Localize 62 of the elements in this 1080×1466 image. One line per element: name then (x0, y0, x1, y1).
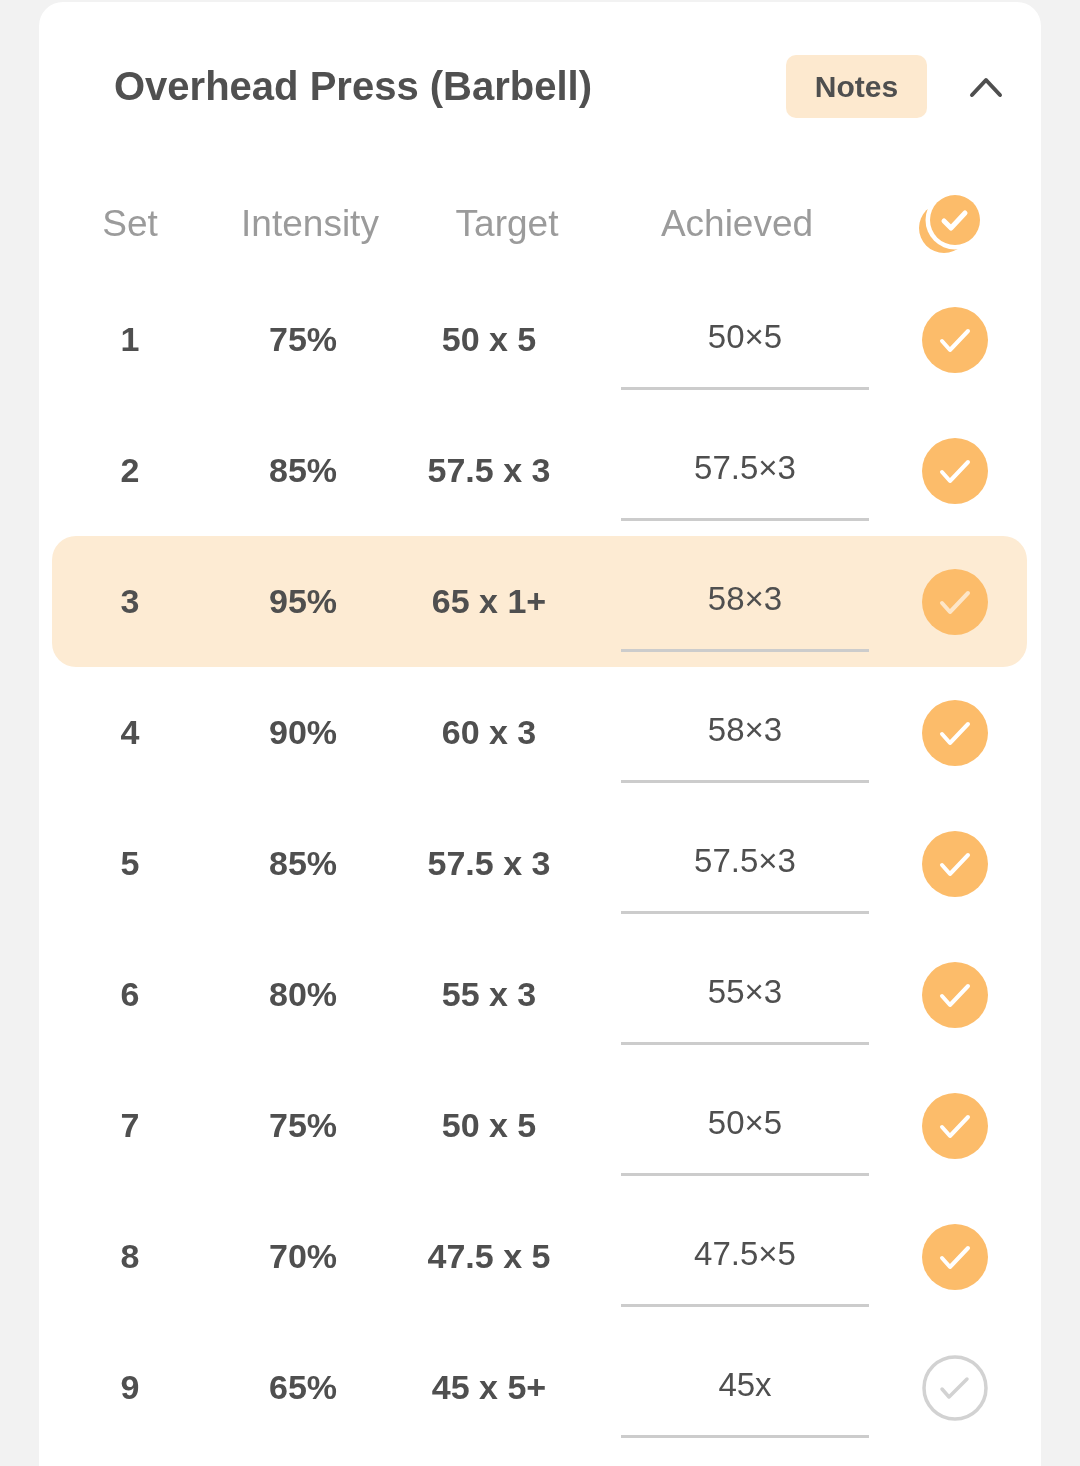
intensity-value: 85% (268, 844, 338, 883)
set-done-checkbox[interactable] (922, 1092, 988, 1159)
set-done-checkbox[interactable] (922, 306, 988, 373)
set-row[interactable]: 1 75% 50 x 5 50×5 (52, 274, 1027, 405)
set-row[interactable]: 9 65% 45 x 5+ 45x (52, 1322, 1027, 1453)
set-number: 7 (120, 1106, 140, 1145)
column-header: Intensity (241, 203, 379, 245)
achieved-field[interactable]: 55×3 (621, 944, 869, 1045)
intensity-value: 85% (268, 451, 338, 490)
intensity-value: 75% (268, 1106, 338, 1145)
set-row[interactable]: 3 95% 65 x 1+ 58×3 (52, 536, 1027, 667)
set-row[interactable]: 8 70% 47.5 x 5 47.5×5 (52, 1191, 1027, 1322)
achieved-field[interactable]: 50×5 (621, 289, 869, 390)
target-value: 50 x 5 (441, 320, 537, 359)
exercise-title: Overhead Press (Barbell) (114, 64, 593, 109)
target-value: 50 x 5 (441, 1106, 537, 1145)
achieved-field[interactable]: 47.5×5 (621, 1206, 869, 1307)
set-row[interactable]: 2 85% 57.5 x 3 57.5×3 (52, 405, 1027, 536)
set-done-checkbox[interactable] (922, 568, 988, 635)
column-header: Set (102, 203, 158, 245)
check-all-icon[interactable] (918, 193, 982, 255)
target-value: 65 x 1+ (431, 582, 547, 621)
set-number: 1 (120, 320, 140, 359)
achieved-field[interactable]: 58×3 (621, 551, 869, 652)
target-value: 57.5 x 3 (427, 451, 551, 490)
target-value: 55 x 3 (441, 975, 537, 1014)
column-header: Target (455, 203, 559, 245)
achieved-field[interactable]: 57.5×3 (621, 813, 869, 914)
set-done-checkbox[interactable] (922, 830, 988, 897)
notes-button[interactable]: Notes (786, 55, 927, 118)
set-done-checkbox[interactable] (922, 699, 988, 766)
intensity-value: 70% (268, 1237, 338, 1276)
column-header: Achieved (660, 203, 814, 245)
achieved-field[interactable]: 45x (621, 1337, 869, 1438)
target-value: 60 x 3 (441, 713, 537, 752)
set-done-checkbox[interactable] (922, 1354, 988, 1421)
intensity-value: 95% (268, 582, 338, 621)
intensity-value: 65% (268, 1368, 338, 1407)
achieved-field[interactable]: 58×3 (621, 682, 869, 783)
intensity-value: 75% (268, 320, 338, 359)
set-number: 5 (120, 844, 140, 883)
set-row[interactable]: 4 90% 60 x 3 58×3 (52, 667, 1027, 798)
achieved-field[interactable]: 57.5×3 (621, 420, 869, 521)
set-number: 6 (120, 975, 140, 1014)
set-row[interactable]: 5 85% 57.5 x 3 57.5×3 (52, 798, 1027, 929)
set-done-checkbox[interactable] (922, 961, 988, 1028)
set-number: 3 (120, 582, 140, 621)
target-value: 45 x 5+ (431, 1368, 547, 1407)
set-number: 8 (120, 1237, 140, 1276)
intensity-value: 80% (268, 975, 338, 1014)
intensity-value: 90% (268, 713, 338, 752)
set-number: 4 (120, 713, 140, 752)
collapse-chevron-icon[interactable] (969, 75, 1003, 98)
set-row[interactable]: 6 80% 55 x 3 55×3 (52, 929, 1027, 1060)
set-number: 2 (120, 451, 140, 490)
achieved-field[interactable]: 50×5 (621, 1075, 869, 1176)
target-value: 57.5 x 3 (427, 844, 551, 883)
target-value: 47.5 x 5 (427, 1237, 551, 1276)
set-done-checkbox[interactable] (922, 1223, 988, 1290)
set-number: 9 (120, 1368, 140, 1407)
set-row[interactable]: 7 75% 50 x 5 50×5 (52, 1060, 1027, 1191)
set-done-checkbox[interactable] (922, 437, 988, 504)
